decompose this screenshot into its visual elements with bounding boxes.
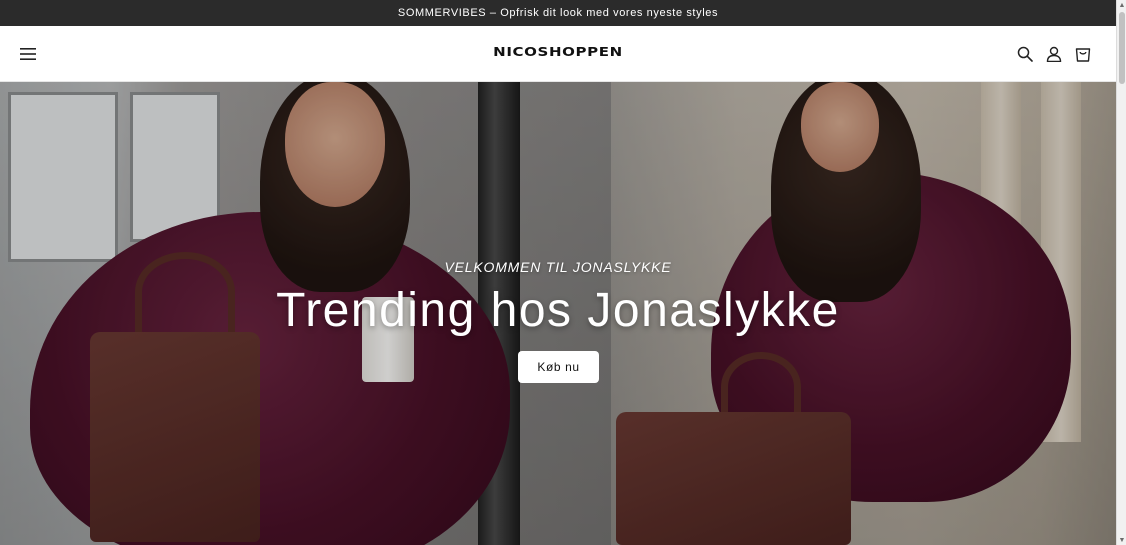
hero-content: VELKOMMEN TIL JONASLYKKE Trending hos Jo…	[0, 82, 1116, 545]
page: SOMMERVIBES – Opfrisk dit look med vores…	[0, 0, 1116, 545]
vertical-scrollbar[interactable]: ▲ ▼	[1116, 0, 1126, 545]
search-button[interactable]	[1014, 43, 1036, 65]
cart-button[interactable]	[1072, 43, 1094, 65]
account-button[interactable]	[1043, 43, 1065, 65]
announcement-text: SOMMERVIBES – Opfrisk dit look med vores…	[397, 7, 719, 19]
hero-banner: VELKOMMEN TIL JONASLYKKE Trending hos Jo…	[0, 82, 1116, 545]
shop-now-button[interactable]: Køb nu	[518, 351, 599, 383]
announcement-bar: SOMMERVIBES – Opfrisk dit look med vores…	[0, 0, 1116, 26]
account-icon	[1046, 46, 1062, 62]
cart-icon	[1075, 48, 1091, 62]
scroll-up-arrow-icon[interactable]: ▲	[1117, 0, 1126, 10]
site-header: NICOSHOPPEN	[0, 26, 1116, 82]
hero-subheading: VELKOMMEN TIL JONASLYKKE	[444, 259, 672, 275]
hero-heading: Trending hos Jonaslykke	[276, 284, 840, 337]
search-icon	[1017, 46, 1033, 62]
site-logo[interactable]: NICOSHOPPEN	[0, 45, 1116, 59]
scrollbar-thumb[interactable]	[1119, 12, 1125, 84]
scroll-down-arrow-icon[interactable]: ▼	[1117, 535, 1126, 545]
